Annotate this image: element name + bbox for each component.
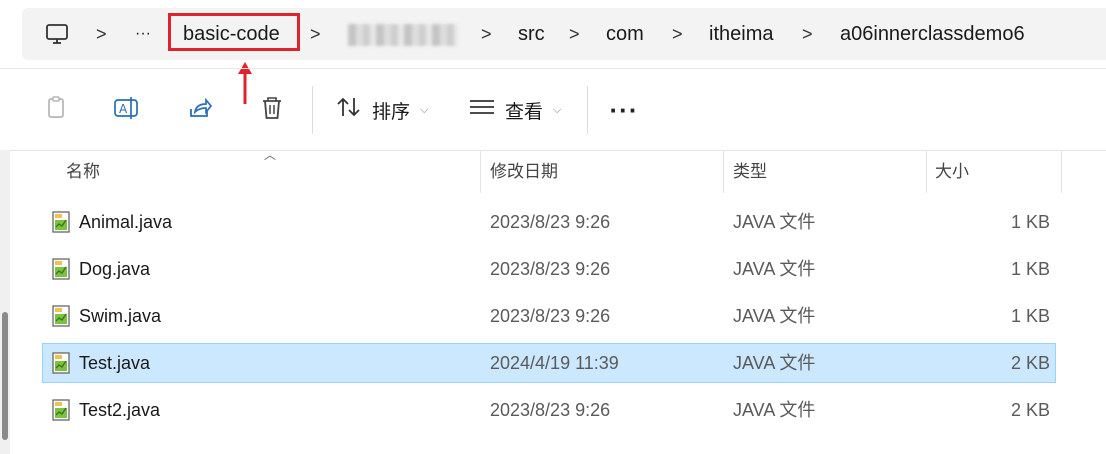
share-icon xyxy=(187,95,213,126)
file-row[interactable]: Swim.java 2023/8/23 9:26 JAVA 文件 1 KB xyxy=(42,296,1056,336)
file-date: 2024/4/19 11:39 xyxy=(490,353,619,373)
file-name: Test2.java xyxy=(79,400,161,420)
file-row[interactable]: Test2.java 2023/8/23 9:26 JAVA 文件 2 KB xyxy=(42,390,1056,430)
file-row-selected[interactable]: Test.java 2024/4/19 11:39 JAVA 文件 2 KB xyxy=(42,343,1056,383)
breadcrumb-separator[interactable]: > xyxy=(310,8,321,60)
file-name: Dog.java xyxy=(79,259,151,279)
column-divider[interactable] xyxy=(926,151,927,193)
view-button[interactable]: 查看 ⌵ xyxy=(469,96,561,124)
breadcrumb-separator[interactable]: > xyxy=(569,8,580,60)
breadcrumb-item-com[interactable]: com xyxy=(606,8,644,60)
delete-button[interactable] xyxy=(250,88,294,132)
column-header-name[interactable]: 名称 xyxy=(66,151,100,193)
column-header-row: 名称 修改日期 类型 大小 xyxy=(40,151,1062,193)
toolbar-separator xyxy=(587,86,588,134)
sort-button[interactable]: 排序 ⌵ xyxy=(336,96,428,124)
file-name: Test.java xyxy=(79,353,151,373)
breadcrumb-ellipsis[interactable]: ··· xyxy=(135,8,151,60)
breadcrumb-separator[interactable]: > xyxy=(672,8,683,60)
breadcrumb-separator[interactable]: > xyxy=(802,8,813,60)
file-date: 2023/8/23 9:26 xyxy=(490,306,611,326)
file-date: 2023/8/23 9:26 xyxy=(490,400,611,420)
breadcrumb-separator[interactable]: > xyxy=(96,8,107,60)
column-header-type[interactable]: 类型 xyxy=(733,151,767,193)
breadcrumb-item-itheima[interactable]: itheima xyxy=(709,8,773,60)
more-options-button[interactable]: ··· xyxy=(602,88,646,132)
rename-icon: A xyxy=(113,95,141,126)
toolbar-divider xyxy=(0,68,1106,69)
column-divider[interactable] xyxy=(723,151,724,193)
breadcrumb-item-a06innerclassdemo6[interactable]: a06innerclassdemo6 xyxy=(840,8,1025,60)
trash-icon xyxy=(259,95,285,126)
file-date: 2023/8/23 9:26 xyxy=(490,212,611,232)
file-row[interactable]: Animal.java 2023/8/23 9:26 JAVA 文件 1 KB xyxy=(42,202,1056,242)
file-size: 1 KB xyxy=(1010,259,1050,279)
sort-icon xyxy=(336,96,362,124)
file-size: 2 KB xyxy=(1010,353,1050,373)
file-type: JAVA 文件 xyxy=(733,212,816,232)
svg-text:A: A xyxy=(119,102,128,116)
java-file-icon xyxy=(50,399,72,421)
breadcrumb-item-src[interactable]: src xyxy=(518,8,545,60)
breadcrumb-separator[interactable]: > xyxy=(481,8,492,60)
file-size: 1 KB xyxy=(1010,306,1050,326)
file-row[interactable]: Dog.java 2023/8/23 9:26 JAVA 文件 1 KB xyxy=(42,249,1056,289)
copy-button[interactable] xyxy=(34,88,78,132)
column-divider[interactable] xyxy=(480,151,481,193)
toolbar-separator xyxy=(312,86,313,134)
java-file-icon xyxy=(50,258,72,280)
left-pane-scrollbar[interactable] xyxy=(0,150,10,454)
file-type: JAVA 文件 xyxy=(733,259,816,279)
chevron-down-icon: ⌵ xyxy=(553,103,562,116)
rename-button[interactable]: A xyxy=(105,88,149,132)
file-name: Swim.java xyxy=(79,306,162,326)
file-size: 2 KB xyxy=(1010,400,1050,420)
column-header-date[interactable]: 修改日期 xyxy=(490,151,558,193)
java-file-icon xyxy=(50,352,72,374)
file-type: JAVA 文件 xyxy=(733,353,816,373)
column-divider[interactable] xyxy=(1061,151,1062,193)
chevron-down-icon: ⌵ xyxy=(420,103,429,116)
view-label: 查看 xyxy=(505,101,544,123)
file-type: JAVA 文件 xyxy=(733,400,816,420)
breadcrumb-item-basic-code[interactable]: basic-code xyxy=(183,8,280,60)
file-size: 1 KB xyxy=(1010,212,1050,232)
java-file-icon xyxy=(50,305,72,327)
file-type: JAVA 文件 xyxy=(733,306,816,326)
scrollbar-thumb[interactable] xyxy=(2,312,8,440)
more-icon: ··· xyxy=(609,94,639,125)
clipboard-icon xyxy=(43,95,69,126)
computer-icon[interactable] xyxy=(44,21,70,47)
file-date: 2023/8/23 9:26 xyxy=(490,259,611,279)
sort-label: 排序 xyxy=(372,101,411,123)
java-file-icon xyxy=(50,211,72,233)
redacted-folder[interactable] xyxy=(348,24,458,46)
file-name: Animal.java xyxy=(79,212,173,232)
column-header-size[interactable]: 大小 xyxy=(935,151,969,193)
view-icon xyxy=(469,98,495,122)
share-button[interactable] xyxy=(178,88,222,132)
